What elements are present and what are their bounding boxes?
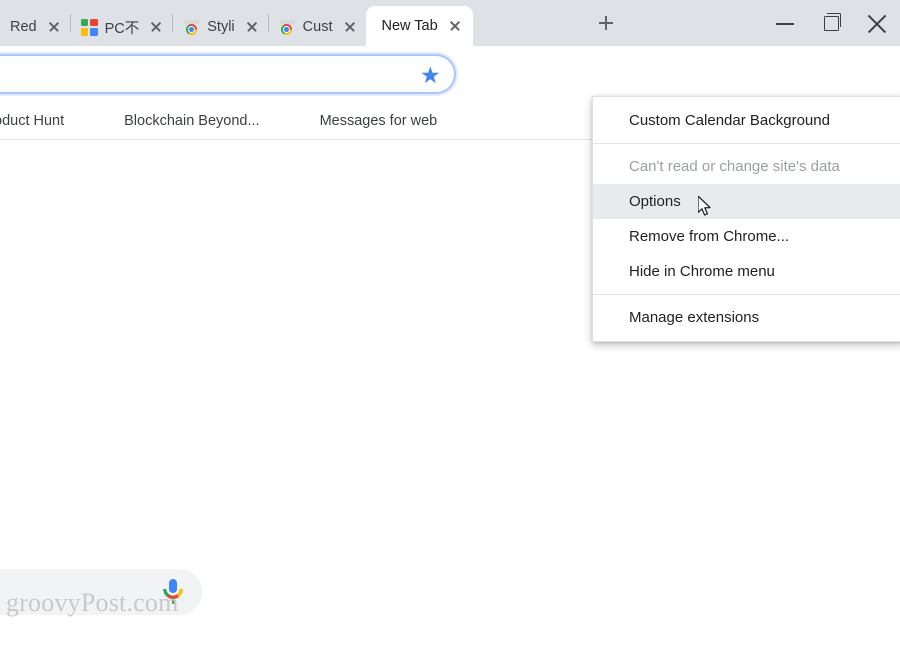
context-menu-item-remove-from-chrome[interactable]: Remove from Chrome... [593,219,900,254]
tab-new-tab[interactable]: New Tab [365,6,473,46]
context-menu-separator [593,143,900,144]
messages-icon [294,112,312,130]
microsoft-squares-icon [80,18,98,36]
close-icon[interactable] [445,16,465,36]
tab-list: Red PC不 Styli Cust New Tab [0,0,473,46]
context-menu-item-manage-extensions[interactable]: Manage extensions [593,300,900,335]
tab-title: PC不 [104,20,140,37]
context-menu-title: Custom Calendar Background [629,112,830,129]
bookmark-label: oduct Hunt [0,112,65,129]
window-controls [762,0,900,46]
close-icon[interactable] [44,17,64,37]
bookmark-label: Messages for web [319,112,438,129]
maximize-restore-icon[interactable] [808,6,854,40]
bookmark-label: Blockchain Beyond... [124,112,260,129]
tab-strip: Red PC不 Styli Cust New Tab [0,0,900,46]
context-menu-item-site-access: Can't read or change site's data [629,158,840,175]
chrome-web-store-icon [279,19,296,36]
bookmark-blockchain-beyond[interactable]: Blockchain Beyond... [90,108,267,134]
mouse-cursor-icon [698,196,711,216]
tab-title: New Tab [381,18,438,34]
context-menu-item-hide-in-chrome-menu[interactable]: Hide in Chrome menu [593,254,900,289]
bookmark-messages-for-web[interactable]: Messages for web [286,108,446,134]
close-icon[interactable] [146,17,166,37]
browser-toolbar: ★ 4 ·*| 4h [0,46,900,135]
close-icon[interactable] [242,17,262,37]
bookmark-star-icon[interactable]: ★ [420,63,444,88]
context-menu-separator [593,294,900,295]
tab-red[interactable]: Red [0,8,70,46]
watermark: groovyPost.com [6,588,179,617]
tab-pc[interactable]: PC不 [71,8,173,46]
extension-context-menu: Custom Calendar Background Can't read or… [592,96,900,342]
tab-title: Styli [207,19,235,35]
tab-title: Red [10,19,37,35]
tab-title: Cust [302,19,333,35]
tab-custom[interactable]: Cust [269,8,366,46]
new-tab-button[interactable] [592,9,620,37]
chrome-browser-window: Red PC不 Styli Cust New Tab ★ oduct Hunt … [0,0,900,651]
chrome-web-store-icon [183,19,200,36]
window-close-icon[interactable] [854,6,900,40]
close-icon[interactable] [340,17,360,37]
blockchain-icon [98,112,116,130]
minimize-icon[interactable] [762,6,808,40]
address-bar[interactable]: ★ [0,54,456,94]
bookmark-product-hunt[interactable]: oduct Hunt [0,109,72,133]
context-menu-item-options[interactable]: Options [593,184,900,219]
tab-stylish[interactable]: Styli [173,8,267,46]
